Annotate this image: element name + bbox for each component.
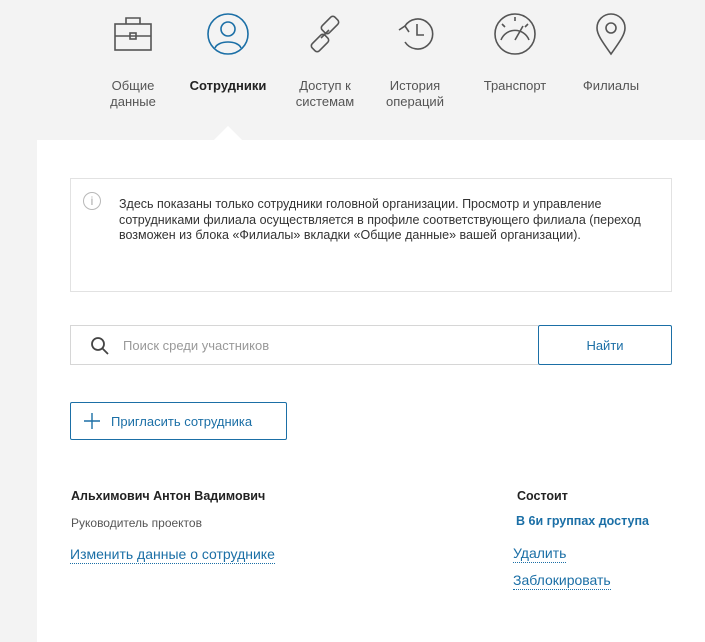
tab-label: Филиалы bbox=[582, 78, 640, 93]
invite-employee-label: Пригласить сотрудника bbox=[111, 414, 253, 429]
employee-position: Руководитель проектов bbox=[71, 516, 202, 530]
tab-operations-history[interactable]: История операций bbox=[375, 0, 455, 120]
employee-name: Альхимович Антон Вадимович bbox=[71, 489, 266, 503]
tab-general-data[interactable]: Общие данные bbox=[97, 0, 169, 120]
tab-label: Общие данные bbox=[110, 78, 156, 109]
tab-label: Доступ к системам bbox=[295, 78, 355, 109]
tab-branches[interactable]: Филиалы bbox=[570, 0, 652, 120]
invite-employee-button[interactable]: Пригласить сотрудника bbox=[70, 402, 287, 440]
info-notice: i Здесь показаны только сотрудники голов… bbox=[70, 178, 672, 292]
tab-label: Сотрудники bbox=[189, 78, 267, 93]
link-icon bbox=[310, 15, 340, 53]
search-box bbox=[70, 325, 538, 365]
tab-transport[interactable]: Транспорт bbox=[472, 0, 558, 120]
gauge-icon bbox=[494, 13, 536, 55]
search-button[interactable]: Найти bbox=[538, 325, 672, 365]
tab-employees[interactable]: Сотрудники bbox=[178, 0, 278, 120]
access-groups-link[interactable]: В 6и группах доступа bbox=[516, 514, 649, 528]
tab-label: Транспорт bbox=[483, 78, 547, 93]
delete-employee-link[interactable]: Удалить bbox=[513, 545, 567, 563]
section-tabs: Общие данные Сотрудники Доступ к система… bbox=[0, 0, 705, 140]
block-employee-link[interactable]: Заблокировать bbox=[513, 572, 611, 590]
search-input[interactable] bbox=[121, 326, 531, 364]
user-icon bbox=[207, 13, 249, 55]
info-icon: i bbox=[83, 192, 101, 210]
tab-system-access[interactable]: Доступ к системам bbox=[285, 0, 365, 120]
edit-employee-link[interactable]: Изменить данные о сотруднике bbox=[70, 546, 275, 564]
tab-label: История операций bbox=[386, 78, 444, 109]
search-icon bbox=[91, 337, 109, 355]
briefcase-icon bbox=[114, 17, 152, 51]
plus-icon bbox=[84, 413, 100, 429]
history-icon bbox=[398, 18, 434, 50]
notice-text: Здесь показаны только сотрудники головно… bbox=[119, 197, 641, 242]
membership-heading: Состоит bbox=[517, 489, 568, 503]
map-pin-icon bbox=[596, 13, 626, 56]
